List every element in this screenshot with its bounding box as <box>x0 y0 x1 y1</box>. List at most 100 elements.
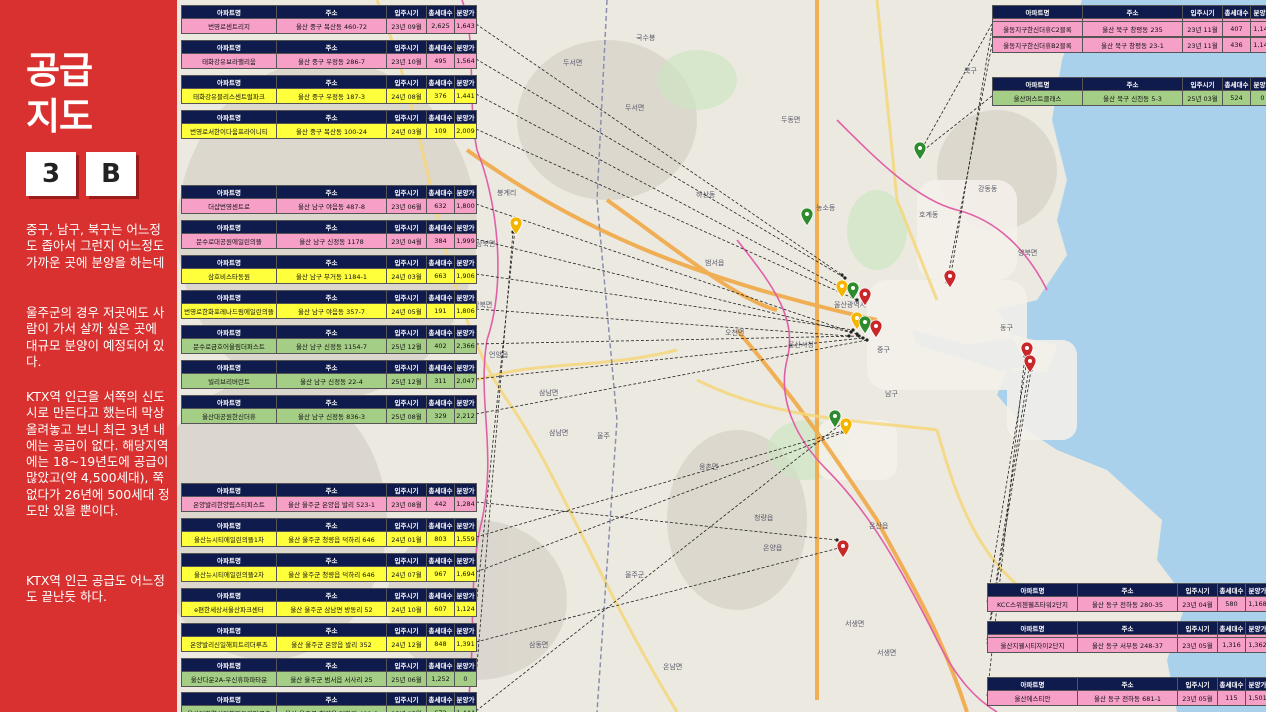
column-header: 주소 <box>1077 621 1178 635</box>
table-header-row: 아파트명주소입주시기총세대수분양가 <box>181 623 477 637</box>
map-pin-icon[interactable] <box>943 269 957 289</box>
column-header: 입주시기 <box>1177 621 1218 635</box>
column-header: 아파트명 <box>181 692 277 706</box>
map-pin-icon[interactable] <box>913 141 927 161</box>
column-header: 입주시기 <box>1182 77 1223 91</box>
cell-name: 울동지구한신더휴B2블록 <box>992 37 1083 53</box>
cell-date: 24년 12월 <box>386 636 427 652</box>
table-row: 울산뉴시티에일린의뜰1차 울산 울주군 청량읍 덕하리 646 24년 01월 803… <box>181 531 477 547</box>
apartment-table: 아파트명 주소 입주시기 총세대수 분양가 울산다운2A-우신휴파파타운 울산 울주군 범서… <box>181 658 477 687</box>
cell-address: 울산 남구 무거동 1184-1 <box>276 268 387 284</box>
column-header: 입주시기 <box>386 483 427 497</box>
page-title: 공급 지도 <box>26 48 93 140</box>
column-header: 분양가 <box>1245 621 1266 635</box>
column-header: 주소 <box>1082 77 1183 91</box>
column-header: 분양가 <box>454 185 477 199</box>
column-header: 아파트명 <box>181 40 277 54</box>
title-line-2: 지도 <box>26 95 93 138</box>
column-header: 주소 <box>276 185 387 199</box>
column-header: 아파트명 <box>987 583 1078 597</box>
cell-name: 태화강유보라팰리움 <box>181 53 277 69</box>
column-header: 아파트명 <box>181 220 277 234</box>
column-header: 주소 <box>276 220 387 234</box>
table-row: KCC스위첸웰츠타워2단지 울산 동구 전하동 280-35 23년 04월 580 1… <box>987 596 1266 612</box>
map-pin-icon[interactable] <box>869 319 883 339</box>
apartment-table: 아파트명 주소 입주시기 총세대수 분양가 태화강유보라팰리움 울산 중구 우정동 286-… <box>181 40 477 69</box>
column-header: 입주시기 <box>386 553 427 567</box>
column-header: 입주시기 <box>1177 583 1218 597</box>
map-pin-icon[interactable] <box>839 417 853 437</box>
cell-address: 울산 울주군 청량읍 덕하리 646 <box>276 531 387 547</box>
column-header: 입주시기 <box>386 588 427 602</box>
map-pin-icon[interactable] <box>1023 354 1037 374</box>
map-area[interactable]: 두서면 두동면 범서읍 상북면 삼남면 언양읍 웅촌면 청량읍 온양읍 서생면 울산광역시 동구 북구 남… <box>177 0 1266 712</box>
cell-price: 1,559 <box>454 531 477 547</box>
map-pin-icon[interactable] <box>828 409 842 429</box>
cell-units: 407 <box>1222 21 1251 37</box>
column-header: 주소 <box>276 325 387 339</box>
column-header: 아파트명 <box>181 483 277 497</box>
column-header: 입주시기 <box>386 5 427 19</box>
column-header: 주소 <box>276 395 387 409</box>
column-header: 입주시기 <box>386 110 427 124</box>
cell-address: 울산 동구 서부동 248-37 <box>1077 637 1178 653</box>
cell-units: 2,625 <box>426 18 455 34</box>
table-header-row: 아파트명주소입주시기총세대수분양가 <box>181 553 477 567</box>
table-row: e편한세상서울산파크센터 울산 울주군 삼남면 방동리 52 24년 10월 607 1… <box>181 601 477 617</box>
map-pin-icon[interactable] <box>509 216 523 236</box>
cell-price: 1,124 <box>454 601 477 617</box>
column-header: 총세대수 <box>426 40 455 54</box>
cell-price: 1,906 <box>454 268 477 284</box>
table-header-row: 아파트명주소입주시기총세대수분양가 <box>987 677 1266 691</box>
cell-name: 태화강유블리스센트럴파크 <box>181 88 277 104</box>
cell-price: 1,501 <box>1245 690 1266 706</box>
map-pin-icon[interactable] <box>800 207 814 227</box>
cell-address: 울산 북구 창평동 23-1 <box>1082 37 1183 53</box>
cell-name: 삼호비스타동원 <box>181 268 277 284</box>
cell-price: 1,806 <box>454 303 477 319</box>
column-header: 입주시기 <box>386 360 427 374</box>
table-header-row: 아파트명주소입주시기총세대수분양가 <box>181 255 477 269</box>
apartment-table: 아파트명 주소 입주시기 총세대수 분양가 울산뉴시티에일린의뜰1차 울산 울주군 청량읍 … <box>181 518 477 547</box>
cell-date: 24년 05월 <box>386 303 427 319</box>
column-header: 아파트명 <box>181 110 277 124</box>
cell-units: 329 <box>426 408 455 424</box>
apartment-table: 아파트명 주소 입주시기 총세대수 분양가 번영로한화포레나드림에일린의뜰 울산 남구 야음… <box>181 290 477 319</box>
description-paragraph: KTX역 인근을 서쪽의 신도시로 만든다고 했는데 막상 올려놓고 보니 최근… <box>26 389 170 519</box>
apartment-table: 아파트명 주소 입주시기 총세대수 분양가 번영로서한이다움프라이니티 울산 중구 복산동 … <box>181 110 477 139</box>
column-header: 분양가 <box>454 75 477 89</box>
cell-date: 24년 08월 <box>386 88 427 104</box>
cell-name: 온양발리한양립스티피스트 <box>181 496 277 512</box>
cell-units: 803 <box>426 531 455 547</box>
table-header-row: 아파트명주소입주시기총세대수분양가 <box>992 5 1266 19</box>
apartment-table: 아파트명 주소 입주시기 총세대수 분양가 e편한세상서울산파크센터 울산 울주군 삼남면 … <box>181 588 477 617</box>
cell-price: 2,366 <box>454 338 477 354</box>
column-header: 분양가 <box>454 658 477 672</box>
map-pin-icon[interactable] <box>846 281 860 301</box>
cell-date: 23년 10월 <box>386 53 427 69</box>
cell-units: 848 <box>426 636 455 652</box>
map-pin-icon[interactable] <box>858 287 872 307</box>
column-header: 주소 <box>1077 583 1178 597</box>
column-header: 분양가 <box>454 395 477 409</box>
map-pin-icon[interactable] <box>836 539 850 559</box>
map-pin-icon[interactable] <box>858 315 872 335</box>
column-header: 아파트명 <box>992 77 1083 91</box>
column-header: 분양가 <box>454 553 477 567</box>
column-header: 아파트명 <box>181 290 277 304</box>
column-header: 분양가 <box>1250 77 1266 91</box>
column-header: 주소 <box>1082 5 1183 19</box>
column-header: 주소 <box>276 255 387 269</box>
map-pin-icon[interactable] <box>835 279 849 299</box>
column-header: 총세대수 <box>426 110 455 124</box>
cell-units: 436 <box>1222 37 1251 53</box>
column-header: 총세대수 <box>426 185 455 199</box>
column-header: 아파트명 <box>181 395 277 409</box>
cell-date: 24년 07월 <box>386 566 427 582</box>
cell-price: 1,391 <box>454 636 477 652</box>
cell-address: 울산 울주군 삼남면 방동리 52 <box>276 601 387 617</box>
description-paragraph: 중구, 남구, 북구는 어느정도 좁아서 그런지 어느정도 가까운 곳에 분양을… <box>26 222 165 270</box>
apartment-table: 아파트명주소입주시기총세대수분양가울산퍼스트클래스울산 북구 신천동 5-325… <box>992 77 1266 106</box>
description-paragraph: KTX역 인근 공급도 어느정도 끝난듯 하다. <box>26 573 165 605</box>
column-header: 주소 <box>276 75 387 89</box>
